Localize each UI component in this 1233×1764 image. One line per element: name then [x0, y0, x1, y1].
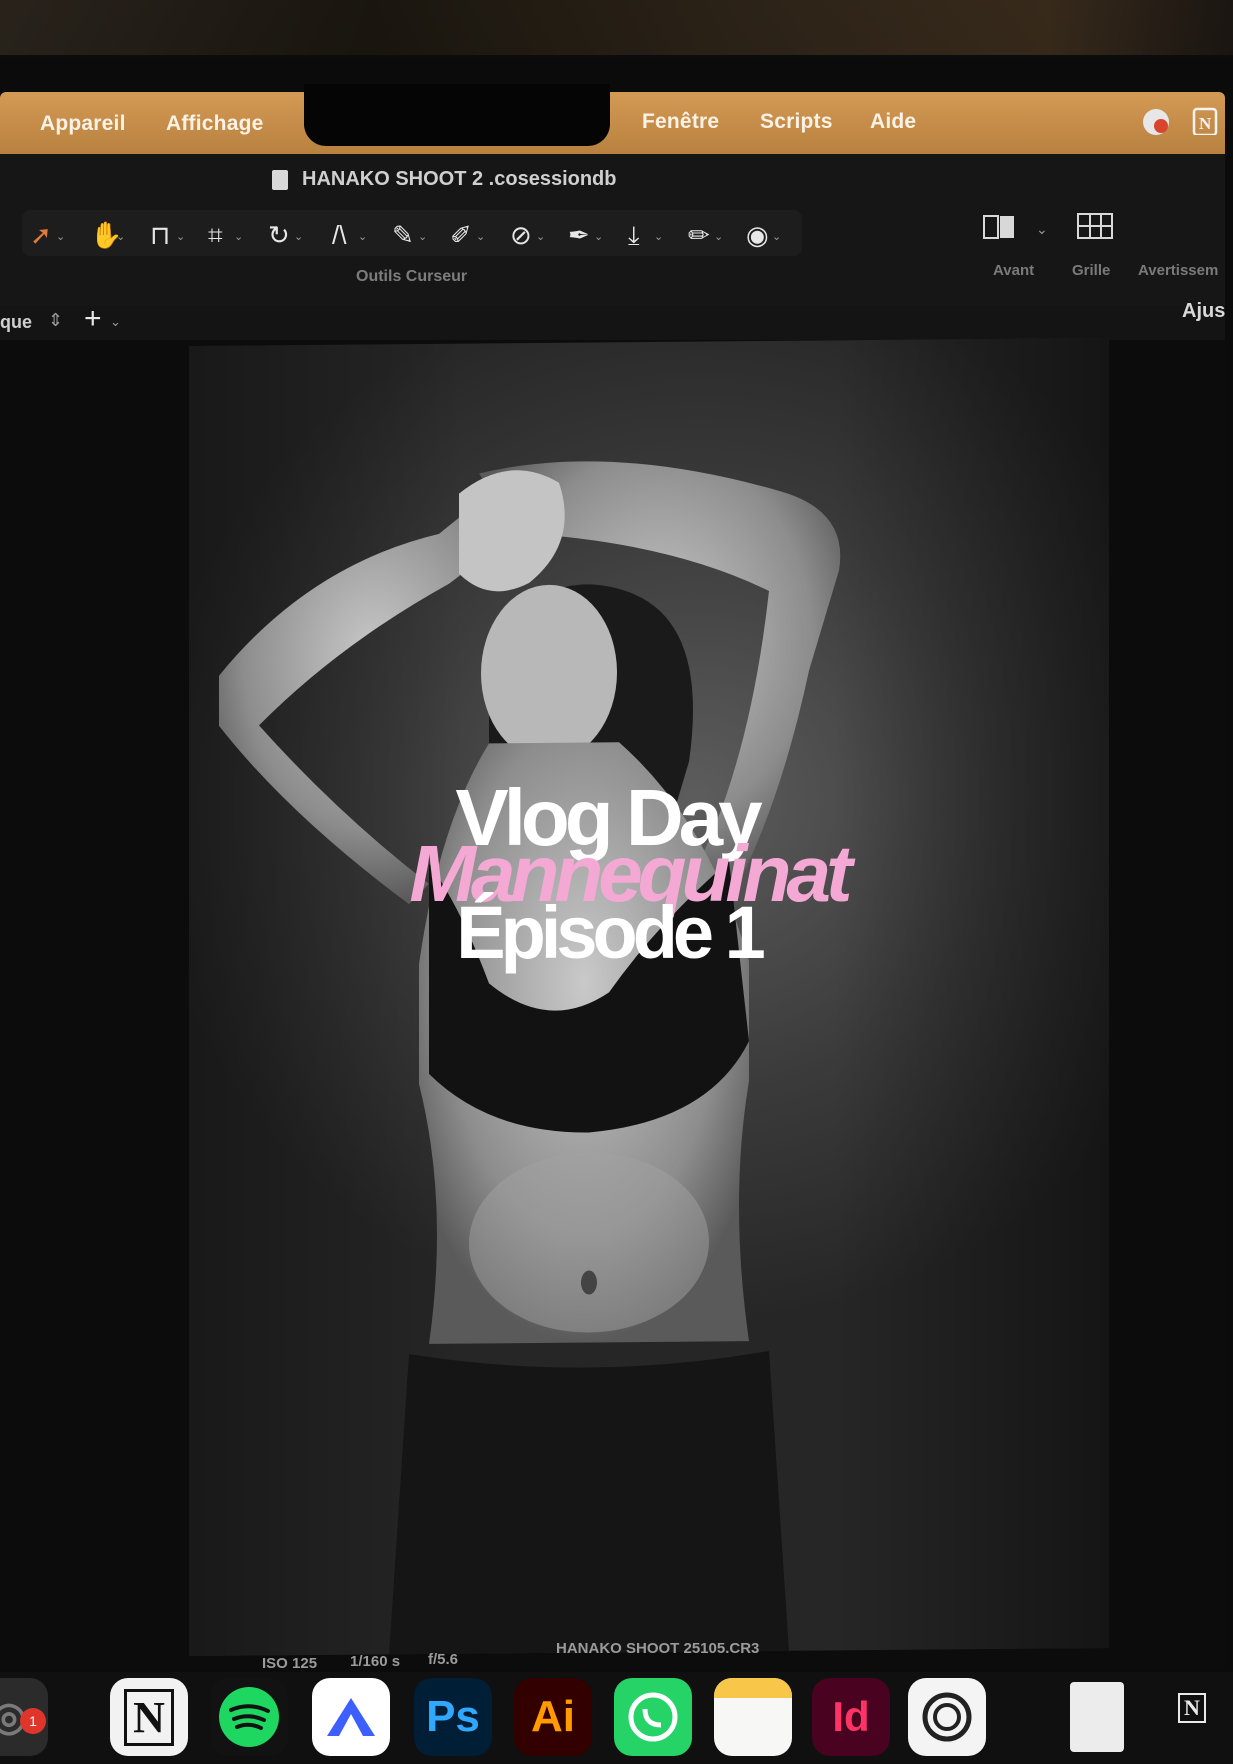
grid-label: Grille [1072, 262, 1111, 279]
spotify-app-icon[interactable] [210, 1678, 288, 1756]
brush-tool-icon[interactable]: ✎ ⌄ [392, 220, 432, 250]
capture-one-app-icon[interactable] [908, 1678, 986, 1756]
document-title: HANAKO SHOOT 2 .cosessiondb [302, 168, 617, 190]
notification-badge: 1 [20, 1708, 46, 1734]
pan-hand-icon[interactable]: ✋ ⌄ [90, 220, 130, 250]
menu-appareil[interactable]: Appareil [40, 112, 126, 136]
stepper-icon[interactable]: ⇕ [48, 310, 63, 331]
svg-text:⌄: ⌄ [1036, 221, 1048, 237]
loupe-tool-icon[interactable]: ⊓ ⌄ [150, 220, 190, 250]
illustrator-app-icon[interactable]: Ai [514, 1678, 592, 1756]
secondary-bar [0, 305, 1225, 341]
screen: Appareil Affichage Fenêtre Scripts Aide … [0, 0, 1233, 1764]
document-file-icon[interactable] [1058, 1678, 1136, 1756]
color-picker-tool-icon[interactable]: ◉ ⌄ [746, 220, 786, 250]
before-label: Avant [993, 262, 1035, 279]
aperture-value: f/5.6 [428, 1651, 459, 1668]
menu-fenetre[interactable]: Fenêtre [642, 110, 719, 134]
add-chevron-icon[interactable]: ⌄ [110, 314, 121, 330]
nordvpn-app-icon[interactable] [312, 1678, 390, 1756]
gradient-tool-icon[interactable]: ⊘ ⌄ [510, 220, 550, 250]
preset-selector[interactable]: que [0, 312, 32, 333]
notion-status-icon[interactable]: N [1192, 107, 1218, 135]
menu-scripts[interactable]: Scripts [760, 110, 833, 134]
warning-label: Avertissem [1138, 262, 1219, 279]
annotate-tool-icon[interactable]: ✏ ⌄ [688, 220, 728, 250]
notion-corner-icon[interactable]: N [1162, 1678, 1222, 1738]
add-icon[interactable]: + [84, 302, 102, 336]
iso-value: ISO 125 [262, 1655, 318, 1672]
status-icons: N [1143, 107, 1218, 135]
image-filename: HANAKO SHOOT 25105.CR3 [556, 1640, 760, 1657]
heal-tool-icon[interactable]: ✒ ⌄ [568, 220, 608, 250]
shutter-value: 1/160 s [350, 1653, 401, 1670]
before-after-icon[interactable]: ⌄ [980, 210, 1052, 246]
menu-aide[interactable]: Aide [870, 110, 916, 134]
eraser-tool-icon[interactable]: ✐ ⌄ [450, 220, 490, 250]
photoshop-app-icon[interactable]: Ps [414, 1678, 492, 1756]
whatsapp-app-icon[interactable] [614, 1678, 692, 1756]
camera-notch [304, 84, 610, 146]
crop-tool-icon[interactable]: ⌗ ⌄ [208, 220, 248, 250]
document-icon [272, 170, 288, 190]
adjust-label: Ajus [1182, 300, 1226, 322]
notion-app-icon[interactable]: N [110, 1678, 188, 1756]
tools-label: Outils Curseur [356, 268, 468, 285]
picker-tool-icon[interactable]: ⤓ ⌄ [628, 220, 668, 250]
indesign-app-icon[interactable]: Id [812, 1678, 890, 1756]
svg-text:N: N [1199, 114, 1212, 133]
notes-app-icon[interactable] [714, 1678, 792, 1756]
episode-title: Épisode 1 [456, 891, 766, 974]
background-blur [0, 0, 1233, 55]
menu-affichage[interactable]: Affichage [166, 112, 263, 136]
keystone-tool-icon[interactable]: /\ ⌄ [332, 220, 372, 250]
rotate-tool-icon[interactable]: ↻ ⌄ [268, 220, 308, 250]
model-photo [189, 337, 1109, 1657]
grid-icon[interactable] [1074, 210, 1116, 244]
photo-viewer[interactable] [189, 337, 1109, 1657]
color-wheel-icon[interactable] [1143, 109, 1169, 135]
select-tool-icon[interactable]: ➚ ⌄ [30, 220, 70, 250]
